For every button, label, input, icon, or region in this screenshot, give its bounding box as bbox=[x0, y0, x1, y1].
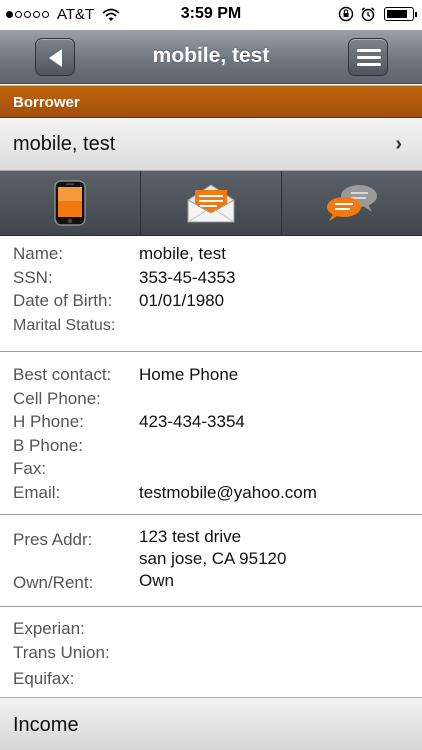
credit-group: Experian: Trans Union: Equifax: bbox=[0, 607, 422, 697]
email-button[interactable] bbox=[141, 171, 282, 235]
borrower-name-row[interactable]: mobile, test › bbox=[0, 118, 422, 171]
navigation-bar: mobile, test bbox=[0, 30, 422, 84]
chat-icon bbox=[327, 185, 377, 221]
home-phone-label: H Phone: bbox=[13, 412, 84, 431]
email-value[interactable]: testmobile@yahoo.com bbox=[139, 483, 317, 503]
email-row: Email: testmobile@yahoo.com bbox=[0, 481, 422, 505]
phone-icon bbox=[54, 180, 86, 226]
contact-info-group: Best contact: Home Phone Cell Phone: H P… bbox=[0, 352, 422, 515]
present-address-row: Pres Addr: 123 test drive san jose, CA 9… bbox=[0, 527, 422, 571]
home-phone-row: H Phone: 423-434-3354 bbox=[0, 410, 422, 434]
ssn-value: 353-45-4353 bbox=[139, 267, 236, 287]
own-rent-row: Own/Rent: Own bbox=[0, 571, 422, 595]
cell-phone-row: Cell Phone: bbox=[0, 387, 422, 411]
battery-icon bbox=[384, 7, 417, 21]
menu-button[interactable] bbox=[348, 38, 388, 76]
back-arrow-icon bbox=[49, 49, 62, 67]
business-phone-row: B Phone: bbox=[0, 434, 422, 458]
experian-label: Experian: bbox=[13, 619, 85, 638]
income-label: Income bbox=[13, 714, 79, 736]
chevron-right-icon: › bbox=[395, 133, 402, 155]
best-contact-row: Best contact: Home Phone bbox=[0, 363, 422, 387]
fax-label: Fax: bbox=[13, 459, 47, 478]
name-row: Name: mobile, test bbox=[0, 242, 422, 266]
rotation-lock-icon bbox=[338, 6, 354, 22]
section-header-borrower: Borrower bbox=[0, 85, 422, 118]
status-bar: AT&T 3:59 PM bbox=[0, 0, 422, 30]
email-icon bbox=[187, 184, 235, 223]
email-label: Email: bbox=[13, 482, 61, 502]
experian-row: Experian: bbox=[0, 617, 422, 641]
name-value: mobile, test bbox=[139, 244, 226, 263]
trans-union-label: Trans Union: bbox=[13, 642, 110, 662]
marital-status-label: Marital Status: bbox=[13, 316, 116, 334]
own-rent-value: Own bbox=[139, 571, 174, 590]
own-rent-label: Own/Rent: bbox=[13, 573, 94, 592]
equifax-row: Equifax: bbox=[0, 667, 422, 691]
alarm-icon bbox=[361, 7, 375, 22]
borrower-details: Name: mobile, test SSN: 353-45-4353 Date… bbox=[0, 236, 422, 697]
fax-row: Fax: bbox=[0, 457, 422, 481]
ssn-label: SSN: bbox=[13, 267, 53, 287]
ssn-row: SSN: 353-45-4353 bbox=[0, 266, 422, 290]
equifax-label: Equifax: bbox=[13, 669, 75, 688]
present-address-line1: 123 test drive bbox=[139, 527, 242, 546]
name-label: Name: bbox=[13, 244, 64, 263]
best-contact-label: Best contact: bbox=[13, 365, 112, 384]
contact-action-bar bbox=[0, 171, 422, 236]
call-button[interactable] bbox=[0, 171, 141, 235]
dob-row: Date of Birth: 01/01/1980 bbox=[0, 289, 422, 313]
message-button[interactable] bbox=[282, 171, 422, 235]
borrower-name: mobile, test bbox=[13, 133, 116, 155]
business-phone-label: B Phone: bbox=[13, 435, 83, 455]
dob-value: 01/01/1980 bbox=[139, 291, 225, 310]
present-address-line2: san jose, CA 95120 bbox=[139, 549, 287, 568]
marital-status-row: Marital Status: bbox=[0, 313, 422, 339]
trans-union-row: Trans Union: bbox=[0, 641, 422, 665]
status-right bbox=[332, 6, 417, 22]
battery-fill bbox=[387, 10, 407, 18]
back-button[interactable] bbox=[35, 38, 75, 76]
personal-info-group: Name: mobile, test SSN: 353-45-4353 Date… bbox=[0, 236, 422, 352]
present-address-label: Pres Addr: bbox=[13, 530, 93, 549]
cell-phone-label: Cell Phone: bbox=[13, 388, 101, 408]
section-header-label: Borrower bbox=[13, 94, 80, 111]
best-contact-value: Home Phone bbox=[139, 365, 239, 384]
address-group: Pres Addr: 123 test drive san jose, CA 9… bbox=[0, 515, 422, 607]
dob-label: Date of Birth: bbox=[13, 291, 113, 310]
page-title: mobile, test bbox=[152, 44, 270, 67]
income-row[interactable]: Income bbox=[0, 697, 422, 750]
home-phone-value[interactable]: 423-434-3354 bbox=[139, 412, 245, 432]
